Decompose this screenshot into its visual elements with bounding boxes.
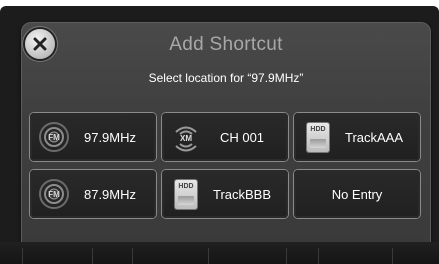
svg-text:FM: FM: [48, 133, 60, 142]
hdd-icon: HDD: [170, 178, 202, 210]
preset-label: 97.9MHz: [83, 129, 137, 145]
head-unit-screen: Add Shortcut Select location for “97.9MH…: [0, 6, 439, 264]
fm-radio-icon: FM: [38, 178, 70, 210]
preset-label: TrackAAA: [344, 129, 404, 145]
preset-button-4[interactable]: FM 87.9MHz: [30, 170, 156, 218]
svg-text:XM: XM: [180, 134, 192, 143]
preset-label: No Entry: [331, 186, 383, 202]
preset-button-5[interactable]: HDD TrackBBB: [162, 170, 288, 218]
preset-button-1[interactable]: FM 97.9MHz: [30, 113, 156, 161]
svg-text:FM: FM: [48, 190, 60, 199]
xm-radio-icon: XM: [170, 121, 202, 153]
preset-button-6[interactable]: No Entry: [294, 170, 420, 218]
fm-radio-icon: FM: [38, 121, 70, 153]
add-shortcut-dialog: Add Shortcut Select location for “97.9MH…: [21, 22, 431, 255]
hdd-icon: HDD: [302, 121, 334, 153]
preset-button-2[interactable]: XM CH 001: [162, 113, 288, 161]
preset-button-3[interactable]: HDD TrackAAA: [294, 113, 420, 161]
preset-label: CH 001: [219, 129, 265, 145]
dialog-title: Add Shortcut: [169, 34, 283, 55]
dialog-subtitle: Select location for “97.9MHz”: [148, 71, 304, 85]
preset-label: 87.9MHz: [83, 186, 137, 202]
bottom-bar: [0, 242, 439, 264]
preset-label: TrackBBB: [212, 186, 272, 202]
